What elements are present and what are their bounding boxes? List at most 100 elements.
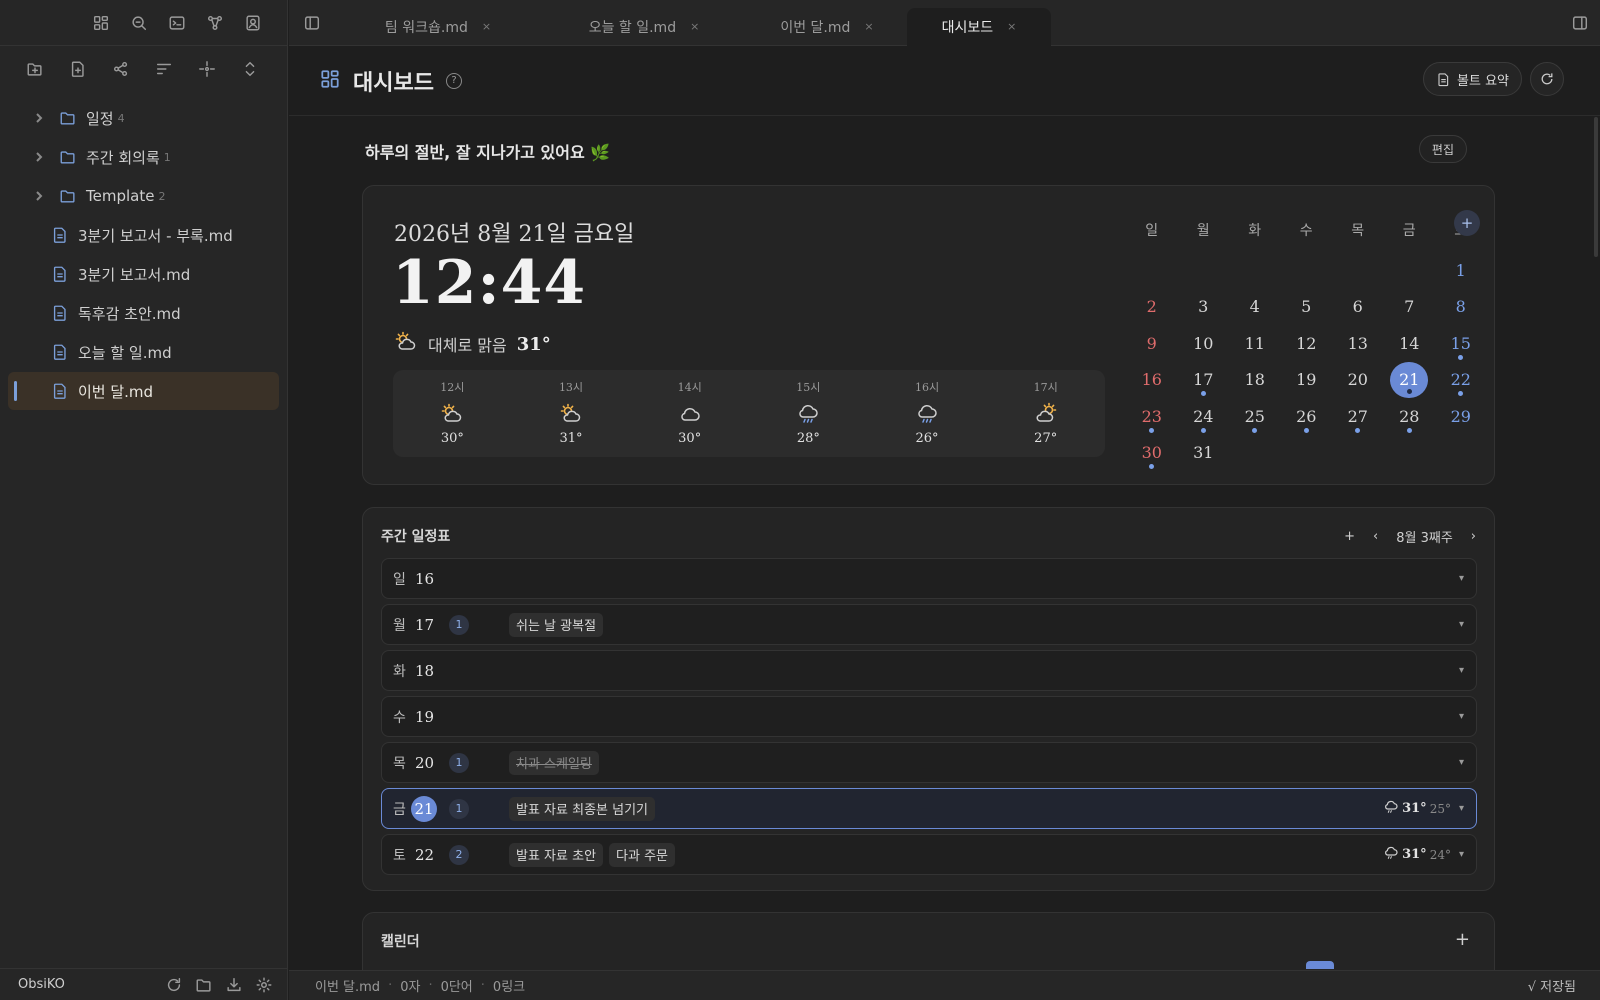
calendar-day[interactable]: 30 [1126,435,1178,472]
calendar-day[interactable]: 12 [1281,325,1333,362]
calendar-day[interactable]: 31 [1178,435,1230,472]
tab[interactable]: 이번 달.md × [747,8,907,46]
profile-icon[interactable] [241,11,265,35]
calendar-day[interactable]: 10 [1178,325,1230,362]
folder-icon[interactable] [192,973,216,997]
new-folder-icon[interactable] [23,57,47,81]
close-icon[interactable]: × [1007,20,1016,33]
calendar-day[interactable]: 20 [1332,362,1384,399]
tab[interactable]: 팀 워크숍.md × [335,8,541,46]
toggle-left-sidebar[interactable] [289,11,335,35]
event-tag[interactable]: 치과 스케일링 [509,750,599,775]
calendar-day[interactable]: 18 [1229,362,1281,399]
event-tag[interactable]: 다과 주문 [609,842,676,867]
new-note-icon[interactable] [66,57,90,81]
chevron-down-icon[interactable]: ▾ [1459,665,1464,676]
calendar-day[interactable]: 1 [1435,252,1487,289]
chevron-right-icon[interactable] [30,112,48,124]
chevron-down-icon[interactable]: ▾ [1459,757,1464,768]
calendar-day[interactable]: 24 [1178,398,1230,435]
calendar-day[interactable]: 28 [1384,398,1436,435]
file-item[interactable]: 독후감 초안.md [8,294,279,332]
calendar-day-today[interactable]: 21 [1384,361,1436,398]
vault-name[interactable]: ObsiKO [18,977,162,992]
day-row[interactable]: 금 21 1 발표 자료 최종본 넘기기 31° 25° ▾ [381,788,1477,829]
calendar-day[interactable]: 11 [1229,325,1281,362]
folder-item[interactable]: Template 2 [8,177,279,215]
file-item[interactable]: 오늘 할 일.md [8,333,279,371]
sidebar-toggle-icon[interactable] [300,11,324,35]
event-tag[interactable]: 발표 자료 최종본 넘기기 [509,796,655,821]
calendar-day[interactable]: 27 [1332,398,1384,435]
sync-icon[interactable] [162,973,186,997]
calendar-day[interactable]: 22 [1435,362,1487,399]
calendar-day[interactable]: 15 [1435,325,1487,362]
calendar-add-button[interactable]: + [1455,929,1470,950]
file-item[interactable]: 3분기 보고서.md [8,255,279,293]
terminal-icon[interactable] [165,11,189,35]
next-week-button[interactable]: › [1471,529,1476,544]
calendar-day[interactable]: 9 [1126,325,1178,362]
calendar-day[interactable]: 16 [1126,362,1178,399]
expand-collapse-icon[interactable] [238,57,262,81]
calendar-day[interactable]: 4 [1229,289,1281,326]
event-tag[interactable]: 발표 자료 초안 [509,842,604,867]
add-event-button[interactable]: + [1454,210,1480,236]
day-row[interactable]: 화 18 ▾ [381,650,1477,691]
calendar-day[interactable]: 19 [1281,362,1333,399]
calendar-day[interactable]: 5 [1281,289,1333,326]
graph-view-icon[interactable] [109,57,133,81]
tab[interactable]: 대시보드 × [907,7,1051,46]
calendar-view-chip[interactable] [1306,961,1334,969]
scrollbar[interactable] [1594,117,1598,257]
calendar-day[interactable]: 7 [1384,289,1436,326]
event-tag[interactable]: 쉬는 날 광복절 [509,612,604,637]
edit-button[interactable]: 편집 [1418,135,1467,163]
search-icon[interactable] [127,11,151,35]
calendar-day[interactable]: 23 [1126,398,1178,435]
folder-item[interactable]: 주간 회의록 1 [8,138,279,176]
refresh-button[interactable] [1530,62,1564,96]
calendar-day[interactable]: 26 [1281,398,1333,435]
chevron-right-icon[interactable] [30,190,48,202]
chevron-down-icon[interactable]: ▾ [1459,573,1464,584]
chevron-down-icon[interactable]: ▾ [1459,711,1464,722]
chevron-right-icon[interactable] [30,151,48,163]
chevron-down-icon[interactable]: ▾ [1459,619,1464,630]
day-row[interactable]: 일 16 ▾ [381,558,1477,599]
calendar-day[interactable]: 6 [1332,289,1384,326]
calendar-day[interactable]: 14 [1384,325,1436,362]
calendar-day[interactable]: 3 [1178,289,1230,326]
toggle-right-sidebar[interactable] [1568,11,1592,36]
day-row[interactable]: 수 19 ▾ [381,696,1477,737]
sort-icon[interactable] [152,57,176,81]
add-schedule-button[interactable]: + [1344,529,1355,544]
calendar-day[interactable]: 13 [1332,325,1384,362]
close-icon[interactable]: × [482,20,491,33]
settings-icon[interactable] [252,973,276,997]
tab[interactable]: 오늘 할 일.md × [541,8,747,46]
calendar-day[interactable]: 17 [1178,362,1230,399]
day-row[interactable]: 월 17 1 쉬는 날 광복절 ▾ [381,604,1477,645]
chevron-down-icon[interactable]: ▾ [1459,849,1464,860]
reveal-icon[interactable] [195,57,219,81]
day-row[interactable]: 목 20 1 치과 스케일링 ▾ [381,742,1477,783]
vault-summary-button[interactable]: 볼트 요약 [1423,62,1522,96]
folder-item[interactable]: 일정 4 [8,99,279,137]
calendar-day[interactable]: 25 [1229,398,1281,435]
graph-icon[interactable] [203,11,227,35]
help-icon[interactable]: ? [445,72,462,89]
download-icon[interactable] [222,973,246,997]
file-item[interactable]: 이번 달.md [8,372,279,410]
calendar-day[interactable]: 2 [1126,289,1178,326]
day-row[interactable]: 토 22 2 발표 자료 초안 다과 주문 31° 24° ▾ [381,834,1477,875]
right-sidebar-icon[interactable] [1568,11,1592,35]
file-item[interactable]: 3분기 보고서 - 부록.md [8,216,279,254]
calendar-day[interactable]: 8 [1435,289,1487,326]
chevron-down-icon[interactable]: ▾ [1459,803,1464,814]
calendar-day[interactable]: 29 [1435,398,1487,435]
close-icon[interactable]: × [690,20,699,33]
prev-week-button[interactable]: ‹ [1373,529,1378,544]
dashboard-icon[interactable] [89,11,113,35]
close-icon[interactable]: × [864,20,873,33]
